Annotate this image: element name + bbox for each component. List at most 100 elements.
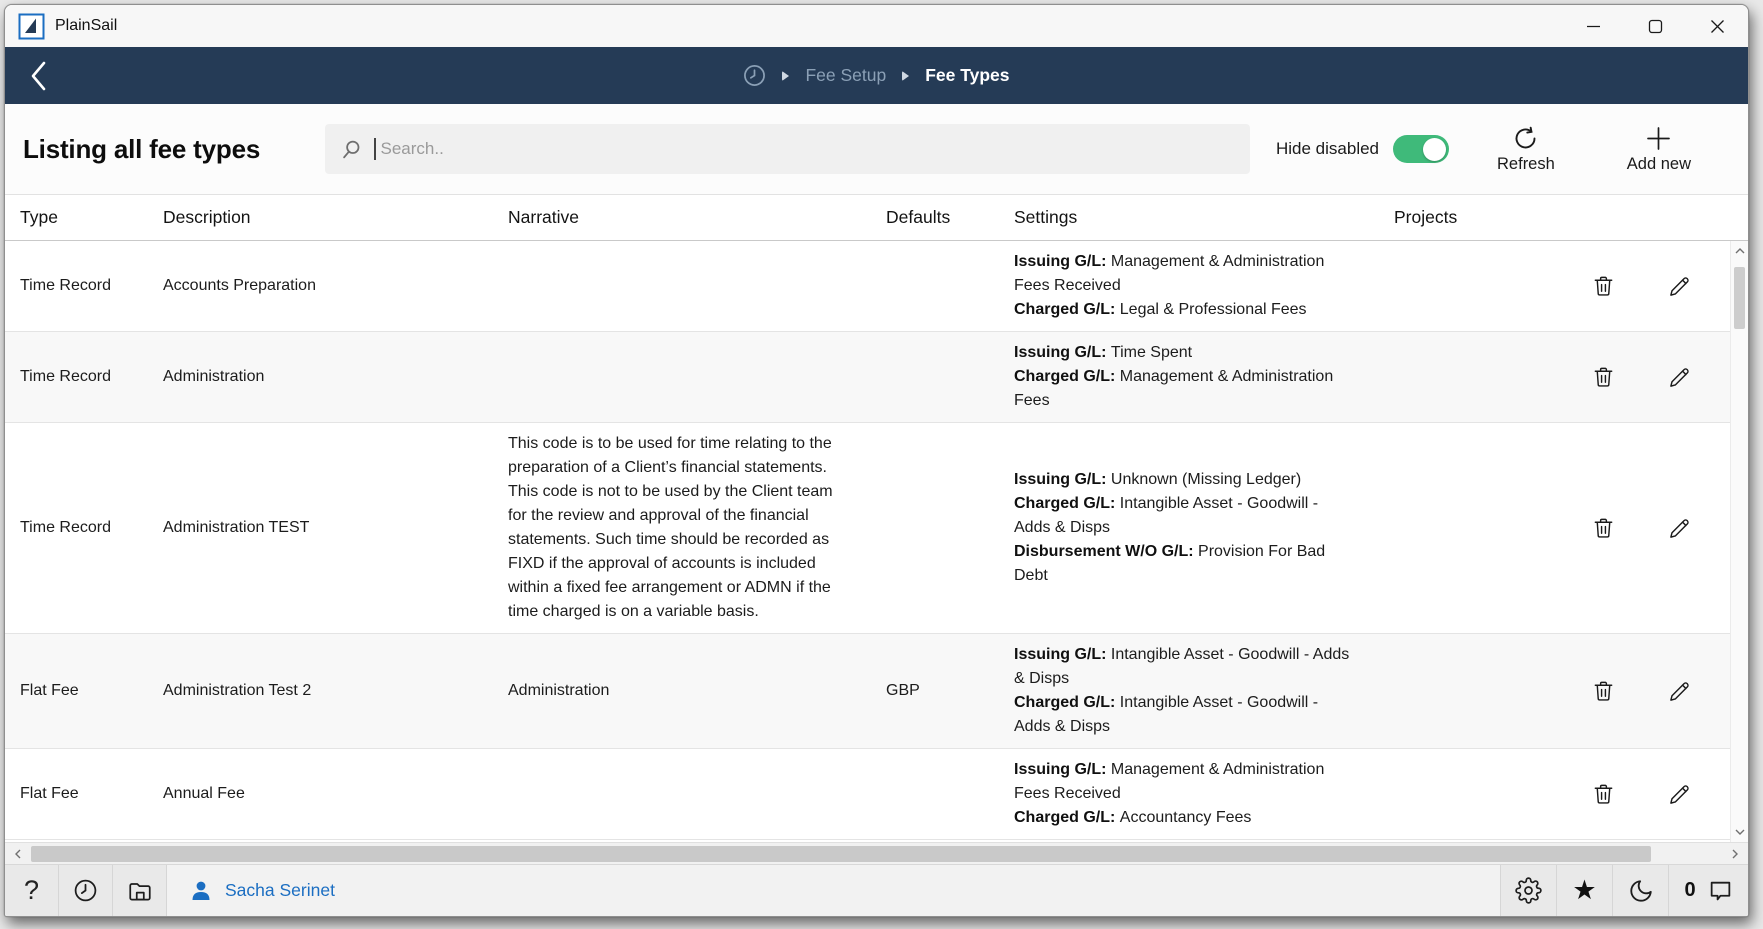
- text-caret: [374, 138, 376, 160]
- star-icon: ★: [1572, 877, 1596, 904]
- clock-icon: [73, 878, 98, 903]
- breadcrumb-separator-icon: [782, 71, 789, 81]
- back-button[interactable]: [13, 47, 65, 104]
- setting-line: Charged G/L: Legal & Professional Fees: [1014, 298, 1352, 322]
- favorites-button[interactable]: ★: [1556, 865, 1612, 916]
- edit-row-button[interactable]: [1666, 515, 1692, 541]
- edit-row-button[interactable]: [1666, 273, 1692, 299]
- help-icon: ?: [24, 875, 39, 906]
- cell-description: Administration TEST: [163, 516, 508, 540]
- minimize-icon: [1586, 19, 1601, 34]
- cell-defaults: GBP: [886, 679, 1014, 703]
- edit-row-button[interactable]: [1666, 364, 1692, 390]
- table-row: Time Record Administration Issuing G/L: …: [5, 332, 1730, 423]
- column-header-type: Type: [5, 207, 163, 228]
- setting-line: Charged G/L: Intangible Asset - Goodwill…: [1014, 691, 1352, 739]
- edit-row-button[interactable]: [1666, 781, 1692, 807]
- table-row: Flat Fee Administration Test 2 Administr…: [5, 634, 1730, 749]
- table-row: Time Record Administration TEST This cod…: [5, 423, 1730, 634]
- history-clock-icon[interactable]: [743, 64, 766, 87]
- setting-line: Issuing G/L: Intangible Asset - Goodwill…: [1014, 643, 1352, 691]
- pencil-icon: [1668, 366, 1691, 389]
- scroll-right-arrow-icon[interactable]: [1722, 843, 1748, 864]
- cell-type: Flat Fee: [5, 679, 163, 703]
- documents-button[interactable]: [113, 865, 167, 916]
- cell-description: Annual Fee: [163, 782, 508, 806]
- cell-description: Administration: [163, 365, 508, 389]
- plus-icon: [1644, 125, 1673, 152]
- window-title: PlainSail: [55, 17, 117, 35]
- breadcrumb: Fee Setup Fee Types: [743, 64, 1009, 87]
- scroll-up-arrow-icon[interactable]: [1731, 243, 1748, 259]
- notification-count: 0: [1684, 879, 1695, 902]
- trash-icon: [1592, 274, 1615, 298]
- horizontal-scroll-thumb[interactable]: [31, 846, 1651, 862]
- scroll-down-arrow-icon[interactable]: [1731, 824, 1748, 840]
- current-user[interactable]: Sacha Serinet: [167, 865, 335, 916]
- pencil-icon: [1668, 783, 1691, 806]
- column-header-narrative: Narrative: [508, 207, 886, 228]
- table-row: Flat Fee Annual Fee Issuing G/L: Managem…: [5, 749, 1730, 840]
- refresh-button[interactable]: Refresh: [1497, 125, 1555, 174]
- status-bar: ? Sacha Serinet: [5, 864, 1748, 916]
- user-name: Sacha Serinet: [225, 880, 335, 901]
- edit-row-button[interactable]: [1666, 678, 1692, 704]
- folder-icon: [127, 878, 153, 904]
- close-button[interactable]: [1686, 5, 1748, 47]
- notifications-button[interactable]: 0: [1668, 865, 1748, 916]
- toolbar: Listing all fee types Hide disabled Refr…: [5, 104, 1748, 195]
- search-input[interactable]: [379, 124, 1251, 174]
- cell-type: Time Record: [5, 365, 163, 389]
- setting-line: Charged G/L: Management & Administration…: [1014, 365, 1352, 413]
- setting-line: Charged G/L: Intangible Asset - Goodwill…: [1014, 492, 1352, 540]
- hide-disabled-toggle[interactable]: [1393, 135, 1449, 163]
- setting-line: Issuing G/L: Management & Administration…: [1014, 758, 1352, 806]
- cell-type: Flat Fee: [5, 782, 163, 806]
- column-header-defaults: Defaults: [886, 207, 1014, 228]
- scroll-left-arrow-icon[interactable]: [5, 843, 31, 864]
- table-body: Time Record Accounts Preparation Issuing…: [5, 241, 1748, 842]
- cell-settings: Issuing G/L: Intangible Asset - Goodwill…: [1014, 643, 1394, 739]
- search-box[interactable]: [325, 124, 1250, 174]
- column-header-projects: Projects: [1394, 207, 1569, 228]
- maximize-button[interactable]: [1624, 5, 1686, 47]
- pencil-icon: [1668, 275, 1691, 298]
- table-header-row: Type Description Narrative Defaults Sett…: [5, 195, 1748, 241]
- column-header-settings: Settings: [1014, 207, 1394, 228]
- cell-settings: Issuing G/L: Management & Administration…: [1014, 758, 1394, 830]
- breadcrumb-separator-icon: [902, 71, 909, 81]
- delete-row-button[interactable]: [1590, 781, 1616, 807]
- trash-icon: [1592, 365, 1615, 389]
- hide-disabled-label: Hide disabled: [1276, 139, 1379, 159]
- delete-row-button[interactable]: [1590, 678, 1616, 704]
- setting-line: Issuing G/L: Management & Administration…: [1014, 250, 1352, 298]
- dark-mode-button[interactable]: [1612, 865, 1668, 916]
- maximize-icon: [1648, 19, 1663, 34]
- table-row: Time Record Accounts Preparation Issuing…: [5, 241, 1730, 332]
- setting-line: Issuing G/L: Unknown (Missing Ledger): [1014, 468, 1352, 492]
- cell-settings: Issuing G/L: Unknown (Missing Ledger)Cha…: [1014, 468, 1394, 588]
- add-new-button[interactable]: Add new: [1627, 125, 1691, 174]
- history-button[interactable]: [59, 865, 113, 916]
- gear-icon: [1515, 877, 1542, 904]
- breadcrumb-item-fee-setup[interactable]: Fee Setup: [805, 65, 886, 86]
- setting-line: Charged G/L: Accountancy Fees: [1014, 806, 1352, 830]
- back-chevron-icon: [29, 60, 49, 92]
- help-button[interactable]: ?: [5, 865, 59, 916]
- cell-description: Administration Test 2: [163, 679, 508, 703]
- setting-line: Issuing G/L: Time Spent: [1014, 341, 1352, 365]
- cell-type: Time Record: [5, 274, 163, 298]
- cell-type: Time Record: [5, 516, 163, 540]
- minimize-button[interactable]: [1562, 5, 1624, 47]
- add-new-label: Add new: [1627, 155, 1691, 174]
- settings-button[interactable]: [1500, 865, 1556, 916]
- delete-row-button[interactable]: [1590, 273, 1616, 299]
- vertical-scroll-thumb[interactable]: [1734, 267, 1745, 329]
- user-icon: [189, 879, 213, 903]
- horizontal-scrollbar[interactable]: [5, 842, 1748, 864]
- cell-settings: Issuing G/L: Management & Administration…: [1014, 250, 1394, 322]
- vertical-scrollbar[interactable]: [1730, 241, 1748, 842]
- breadcrumb-item-fee-types: Fee Types: [925, 65, 1009, 86]
- delete-row-button[interactable]: [1590, 515, 1616, 541]
- delete-row-button[interactable]: [1590, 364, 1616, 390]
